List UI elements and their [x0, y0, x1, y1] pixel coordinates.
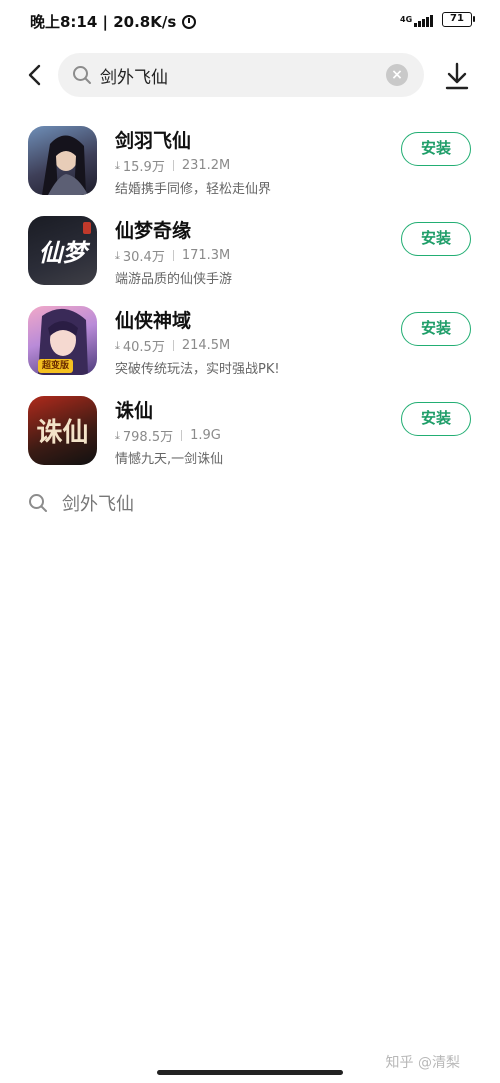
app-icon[interactable]: 诛仙 — [28, 396, 97, 465]
status-bar: 晚上8:14 | 20.8K/s 4G 71 — [0, 0, 500, 42]
app-list-item[interactable]: 超变版 仙侠神域 ⤓ 40.5万 214.5M 突破传统玩法，实时强战PK! 安… — [0, 298, 500, 388]
home-indicator[interactable] — [157, 1070, 343, 1075]
status-right: 4G 71 — [400, 12, 475, 27]
suggestion-label[interactable]: 剑外飞仙 — [62, 490, 134, 516]
back-button[interactable] — [24, 64, 46, 86]
character-portrait-icon — [42, 135, 88, 195]
download-count-icon: ⤓ — [115, 428, 120, 442]
battery-icon: 71 — [442, 12, 475, 27]
app-name[interactable]: 剑羽飞仙 — [115, 126, 191, 153]
app-list-item[interactable]: 剑羽飞仙 ⤓ 15.9万 231.2M 结婚携手同修，轻松走仙界 安装 — [0, 118, 500, 208]
download-icon — [445, 62, 469, 90]
search-result-list: 剑羽飞仙 ⤓ 15.9万 231.2M 结婚携手同修，轻松走仙界 安装 仙梦 仙… — [0, 118, 500, 478]
network-label: 4G — [400, 14, 413, 24]
clear-search-button[interactable]: × — [386, 64, 408, 86]
app-size: 231.2M — [181, 158, 231, 173]
search-icon — [73, 66, 91, 84]
status-time-speed: 晚上8:14 | 20.8K/s — [30, 13, 177, 31]
meta-divider — [181, 430, 183, 441]
meta-divider — [172, 160, 174, 171]
app-icon-badge: 超变版 — [38, 359, 74, 373]
search-suggestion[interactable]: 剑外飞仙 — [28, 490, 134, 516]
chevron-left-icon — [28, 64, 41, 86]
app-list-item[interactable]: 诛仙 诛仙 ⤓ 798.5万 1.9G 情憾九天,一剑诛仙 安装 — [0, 388, 500, 478]
app-icon[interactable]: 超变版 — [28, 306, 97, 375]
app-icon[interactable]: 仙梦 — [28, 216, 97, 285]
download-count: 798.5万 — [122, 430, 174, 445]
meta-divider — [172, 250, 174, 261]
download-count-icon: ⤓ — [115, 158, 120, 172]
watermark: 知乎 @清梨 — [385, 1055, 460, 1071]
install-button[interactable]: 安装 — [401, 222, 471, 256]
search-input[interactable] — [100, 53, 370, 97]
app-name[interactable]: 仙侠神域 — [115, 306, 191, 333]
app-meta: ⤓ 798.5万 1.9G — [115, 426, 221, 445]
download-count: 40.5万 — [122, 340, 165, 355]
app-icon-calligraphy: 诛仙 — [36, 418, 89, 448]
install-button[interactable]: 安装 — [401, 132, 471, 166]
app-size: 171.3M — [181, 248, 231, 263]
app-size: 1.9G — [190, 428, 221, 443]
app-name[interactable]: 仙梦奇缘 — [115, 216, 191, 243]
app-meta: ⤓ 30.4万 171.3M — [115, 246, 230, 265]
app-icon[interactable] — [28, 126, 97, 195]
app-list-item[interactable]: 仙梦 仙梦奇缘 ⤓ 30.4万 171.3M 端游品质的仙侠手游 安装 — [0, 208, 500, 298]
red-seal-icon — [83, 222, 91, 234]
app-description: 情憾九天,一剑诛仙 — [115, 452, 224, 467]
alarm-icon — [182, 14, 197, 29]
app-meta: ⤓ 40.5万 214.5M — [115, 336, 230, 355]
download-manager-button[interactable] — [444, 62, 470, 90]
meta-divider — [172, 340, 174, 351]
download-count: 15.9万 — [122, 160, 165, 175]
search-icon — [29, 494, 47, 512]
app-description: 端游品质的仙侠手游 — [115, 272, 233, 287]
install-button[interactable]: 安装 — [401, 402, 471, 436]
app-name[interactable]: 诛仙 — [115, 396, 153, 423]
install-button[interactable]: 安装 — [401, 312, 471, 346]
signal-icon — [414, 13, 434, 27]
search-box[interactable]: × — [58, 53, 424, 97]
download-count-icon: ⤓ — [115, 338, 120, 352]
app-size: 214.5M — [181, 338, 231, 353]
status-left: 晚上8:14 | 20.8K/s — [30, 11, 197, 32]
app-description: 突破传统玩法，实时强战PK! — [115, 362, 280, 377]
app-description: 结婚携手同修，轻松走仙界 — [115, 182, 272, 197]
download-count-icon: ⤓ — [115, 248, 120, 262]
app-meta: ⤓ 15.9万 231.2M — [115, 156, 230, 175]
download-count: 30.4万 — [122, 250, 165, 265]
